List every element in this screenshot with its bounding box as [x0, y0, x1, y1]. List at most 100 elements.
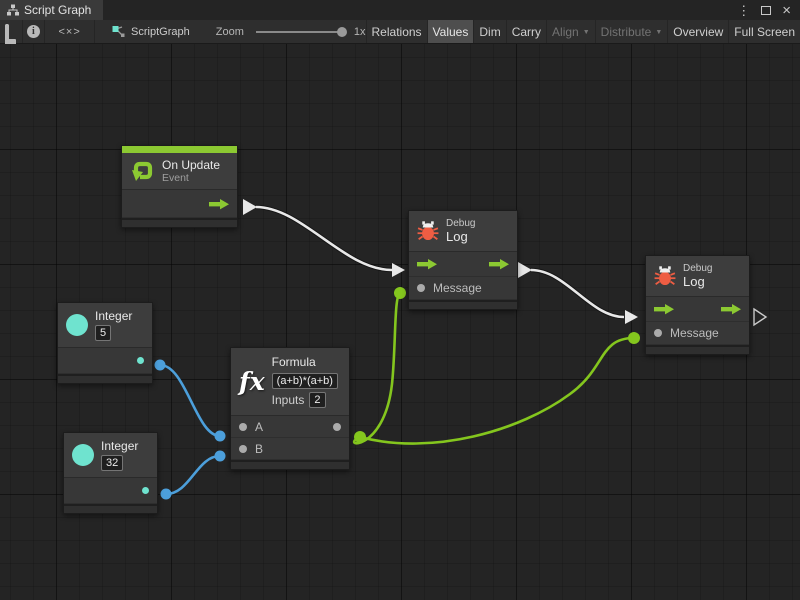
- node-integer-5[interactable]: Integer 5: [57, 302, 153, 384]
- distribute-button[interactable]: Distribute ▼: [595, 20, 668, 43]
- wire-endpoint-integer32-output: [161, 489, 172, 500]
- node-header: fx Formula (a+b)*(a+b) Inputs 2: [231, 348, 349, 416]
- graph-hierarchy-icon: [7, 4, 19, 16]
- formula-input-b-port[interactable]: [239, 445, 247, 453]
- window-controls: ⋮ ×: [737, 0, 800, 20]
- graph-name-label: ScriptGraph: [131, 26, 190, 38]
- overview-button[interactable]: Overview: [667, 20, 728, 43]
- wire-formula-to-log1-message[interactable]: [354, 293, 400, 443]
- values-button[interactable]: Values: [427, 20, 474, 43]
- script-graph-icon: [111, 25, 125, 38]
- port-row-a: A: [231, 416, 349, 438]
- graph-canvas[interactable]: On Update Event: [0, 44, 800, 600]
- node-debug-log-1[interactable]: Debug Log Message: [408, 210, 518, 310]
- node-title: Log: [683, 275, 712, 289]
- node-title: On Update: [162, 158, 220, 172]
- wire-log1-to-log2[interactable]: [531, 270, 624, 317]
- flow-output-port[interactable]: [489, 258, 509, 270]
- info-button[interactable]: i: [23, 20, 46, 43]
- node-title: Log: [446, 230, 475, 244]
- zoom-label: Zoom: [216, 26, 244, 38]
- node-on-update[interactable]: On Update Event: [121, 145, 238, 228]
- node-integer-32[interactable]: Integer 32: [63, 432, 158, 514]
- wire-endpoint-formula-output: [354, 431, 366, 443]
- integer-value-field[interactable]: 32: [101, 455, 123, 471]
- info-icon: i: [27, 25, 40, 38]
- flow-row: [409, 252, 517, 277]
- value-output-row: [58, 348, 152, 374]
- integer-type-icon: [72, 444, 94, 466]
- wire-integer5-to-formula-a[interactable]: [160, 365, 220, 436]
- distribute-label: Distribute: [601, 25, 652, 39]
- node-header: Debug Log: [409, 211, 517, 252]
- node-header: Debug Log: [646, 256, 749, 297]
- node-footer: [231, 460, 349, 469]
- zoom-control: Zoom 1x: [216, 20, 366, 43]
- inputs-count-field[interactable]: 2: [309, 392, 325, 408]
- toolbar-buttons: Relations Values Dim Carry Align ▼ Distr…: [366, 20, 800, 43]
- formula-input-a-port[interactable]: [239, 423, 247, 431]
- integer-output-port[interactable]: [142, 487, 149, 494]
- bug-icon: [654, 265, 676, 287]
- tab-script-graph[interactable]: Script Graph: [0, 0, 103, 20]
- wire-onupdate-to-log1[interactable]: [256, 207, 392, 270]
- formula-output-port[interactable]: [333, 423, 341, 431]
- zoom-slider-knob[interactable]: [337, 27, 347, 37]
- relations-button[interactable]: Relations: [366, 20, 427, 43]
- integer-value-field[interactable]: 5: [95, 325, 111, 341]
- inputs-label: Inputs: [272, 393, 305, 407]
- close-icon[interactable]: ×: [782, 3, 791, 18]
- port-a-label: A: [255, 420, 263, 434]
- align-button[interactable]: Align ▼: [546, 20, 595, 43]
- align-label: Align: [552, 25, 579, 39]
- flow-output-port[interactable]: [209, 198, 229, 210]
- bug-icon: [417, 220, 439, 242]
- value-output-row: [64, 478, 157, 504]
- flow-input-port[interactable]: [654, 303, 674, 315]
- chevron-down-icon: ▼: [655, 29, 662, 36]
- flow-source-arrow-log1[interactable]: [518, 262, 532, 278]
- flow-port-unconnected-log2-output[interactable]: [754, 309, 766, 325]
- chevron-down-icon: ▼: [583, 29, 590, 36]
- node-formula[interactable]: fx Formula (a+b)*(a+b) Inputs 2 A B: [230, 347, 350, 470]
- fullscreen-button[interactable]: Full Screen: [728, 20, 800, 43]
- wire-endpoint-log2-message: [628, 332, 640, 344]
- node-header: Integer 5: [58, 303, 152, 348]
- flow-row: [646, 297, 749, 322]
- wire-endpoint-formula-a: [215, 431, 226, 442]
- wire-integer32-to-formula-b[interactable]: [166, 456, 220, 494]
- node-footer: [646, 345, 749, 354]
- node-debug-log-2[interactable]: Debug Log Message: [645, 255, 750, 355]
- node-footer: [58, 374, 152, 383]
- wire-formula-to-log2-message[interactable]: [360, 338, 634, 444]
- window-menu-icon[interactable]: ⋮: [737, 4, 750, 17]
- maximize-icon[interactable]: [761, 6, 771, 15]
- node-title: Integer: [101, 439, 138, 453]
- update-loop-icon: [129, 159, 155, 183]
- flow-output-port[interactable]: [721, 303, 741, 315]
- dim-button[interactable]: Dim: [473, 20, 505, 43]
- code-view-button[interactable]: <×>: [45, 20, 95, 43]
- event-accent-bar: [122, 146, 237, 153]
- integer-output-port[interactable]: [137, 357, 144, 364]
- flow-source-arrow-onupdate[interactable]: [243, 199, 257, 215]
- lock-icon: [5, 26, 17, 38]
- node-footer: [122, 218, 237, 227]
- zoom-slider[interactable]: [256, 31, 342, 33]
- message-input-port[interactable]: [654, 329, 662, 337]
- tab-title: Script Graph: [24, 3, 91, 17]
- message-port-label: Message: [670, 326, 719, 340]
- flow-input-port[interactable]: [417, 258, 437, 270]
- message-port-row: Message: [646, 322, 749, 345]
- lock-button[interactable]: [0, 20, 23, 43]
- message-input-port[interactable]: [417, 284, 425, 292]
- node-footer: [409, 300, 517, 309]
- flow-output-row: [122, 190, 237, 218]
- port-row-b: B: [231, 438, 349, 460]
- integer-type-icon: [66, 314, 88, 336]
- graph-name-group[interactable]: ScriptGraph: [111, 20, 190, 43]
- formula-expression-field[interactable]: (a+b)*(a+b): [272, 373, 338, 389]
- message-port-label: Message: [433, 281, 482, 295]
- node-header: Integer 32: [64, 433, 157, 478]
- carry-button[interactable]: Carry: [506, 20, 546, 43]
